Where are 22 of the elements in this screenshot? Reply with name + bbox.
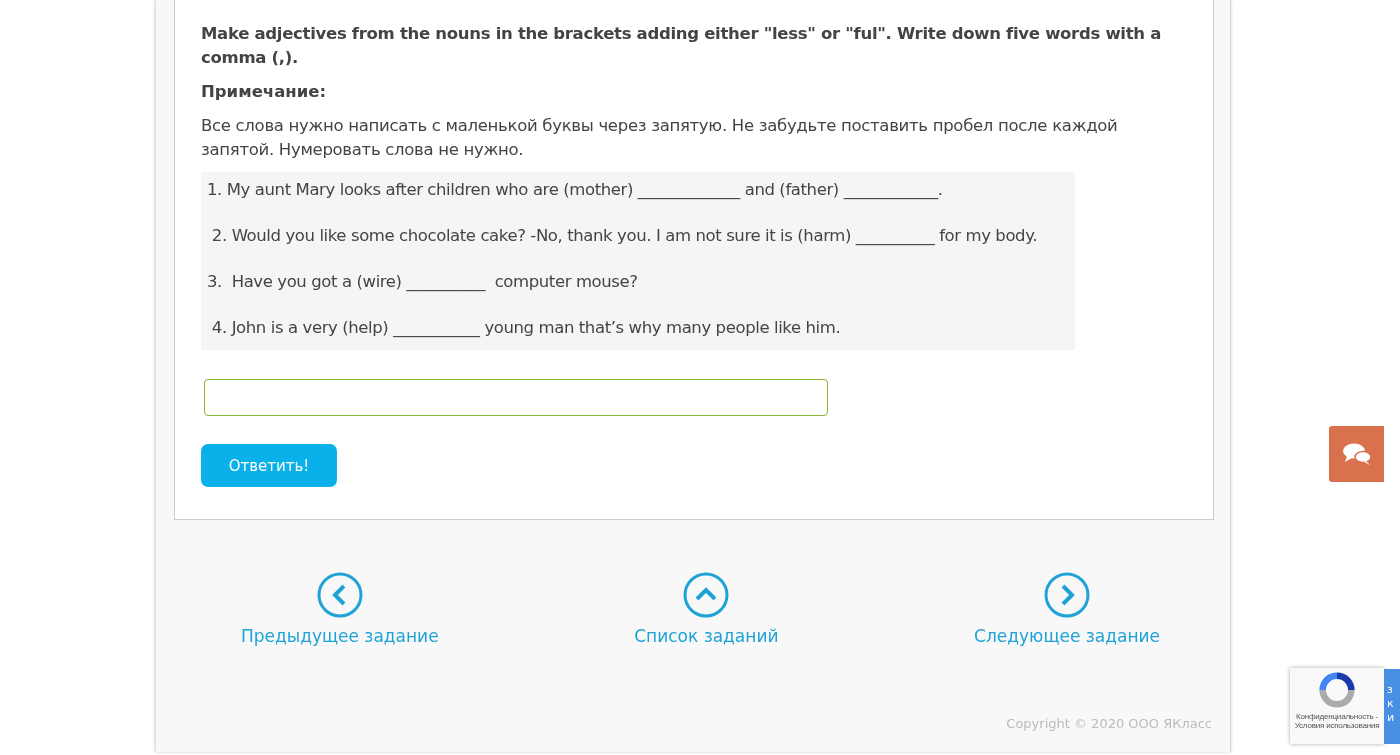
exercise-sentence: 2. Would you like some chocolate cake? -No, thank you. I am not sure it is (harm) __________ for my body. [210, 226, 1038, 245]
chat-bubbles-icon [1341, 442, 1372, 466]
note-title: Примечание: [201, 81, 328, 103]
side-text: и [1387, 711, 1396, 725]
chevron-up-icon [683, 572, 730, 618]
chevron-right-icon [1044, 572, 1091, 618]
recaptcha-links[interactable]: Конфиденциальность - Условия использования [1291, 712, 1383, 730]
answer-field[interactable] [204, 379, 828, 416]
side-text: к [1387, 697, 1395, 711]
note-text: Все слова нужно написать с маленькой буквы через запятую. Не забудьте поставить пробел после каждой запятой. Нумеровать слова не нужно. [201, 115, 1119, 161]
chat-button[interactable] [1329, 426, 1384, 482]
exercise-sentence: 3. Have you got a (wire) __________ computer mouse? [207, 272, 638, 291]
side-text: з [1387, 683, 1394, 697]
exercise-sentence: 1. My aunt Mary looks after children who are (mother) _____________ and (father) ____________. [207, 180, 943, 199]
copyright-text: Copyright © 2020 ООО ЯКласс [1006, 716, 1212, 731]
nav-link[interactable]: Список заданий [634, 572, 779, 646]
submit-button[interactable]: Ответить! [201, 444, 337, 487]
nav-link[interactable]: Следующее задание [974, 572, 1160, 646]
exercise-sentence: 4. John is a very (help) ___________ young man that’s why many people like him. [210, 318, 841, 337]
task-instruction: Make adjectives from the nouns in the brackets adding either "less" or "ful". Write down five words with a comma (,). [201, 23, 1163, 69]
nav-link[interactable]: Предыдущее задание [241, 572, 439, 646]
chevron-left-icon [316, 572, 363, 618]
